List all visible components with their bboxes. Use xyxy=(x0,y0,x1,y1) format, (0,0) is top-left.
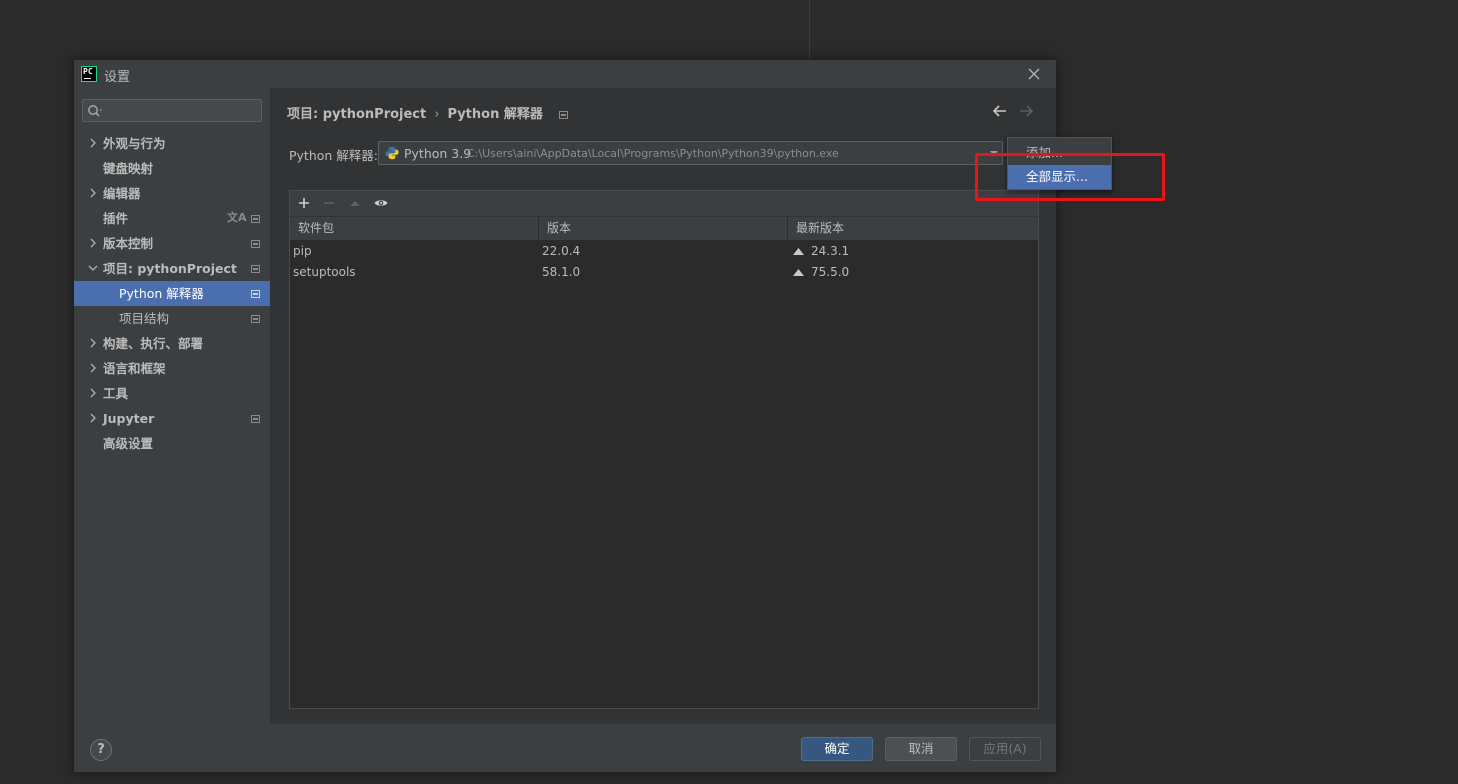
cancel-button[interactable]: 取消 xyxy=(885,737,957,761)
chevron-down-icon xyxy=(88,265,98,271)
chevron-right-icon xyxy=(90,388,96,398)
sidebar-item-label: 项目结构 xyxy=(119,311,170,326)
sidebar-item-build[interactable]: 构建、执行、部署 xyxy=(74,331,270,356)
uninstall-package-button[interactable] xyxy=(321,195,337,211)
chevron-right-icon xyxy=(90,413,96,423)
column-header-version[interactable]: 版本 xyxy=(539,217,788,240)
settings-content: 项目: pythonProject › Python 解释器 Python 解释器:… xyxy=(270,88,1056,724)
translate-icon: 文A xyxy=(227,211,247,224)
project-level-icon xyxy=(251,265,260,273)
column-header-package[interactable]: 软件包 xyxy=(290,217,539,240)
dialog-footer: ? 确定 取消 应用(A) xyxy=(74,724,1056,772)
upgrade-available-icon xyxy=(793,248,804,255)
table-row[interactable]: setuptools 58.1.0 75.5.0 xyxy=(290,262,1038,283)
plus-icon xyxy=(299,198,309,208)
help-button[interactable]: ? xyxy=(90,739,112,761)
ok-button[interactable]: 确定 xyxy=(801,737,873,761)
project-level-icon xyxy=(559,110,569,119)
sidebar-item-label: 编辑器 xyxy=(103,186,141,201)
project-level-icon xyxy=(251,240,260,248)
arrow-right-icon xyxy=(1020,105,1034,117)
packages-panel: 软件包 版本 最新版本 pip 22.0.4 24.3.1 setuptools… xyxy=(289,190,1039,709)
interpreter-path: C:\Users\aini\AppData\Local\Programs\Pyt… xyxy=(467,147,839,160)
sidebar-item-plugins[interactable]: 插件 文A xyxy=(74,206,270,231)
settings-search[interactable] xyxy=(82,99,262,122)
sidebar-item-label: 外观与行为 xyxy=(103,136,166,151)
chevron-right-icon xyxy=(90,338,96,348)
breadcrumb-parent[interactable]: 项目: pythonProject xyxy=(287,107,426,122)
search-icon xyxy=(88,105,102,117)
sidebar-item-label: 版本控制 xyxy=(103,236,154,251)
eye-icon xyxy=(374,200,388,206)
package-version: 22.0.4 xyxy=(542,244,581,258)
sidebar-item-languages[interactable]: 语言和框架 xyxy=(74,356,270,381)
interpreter-label: Python 解释器: xyxy=(289,148,379,163)
column-header-latest-version[interactable]: 最新版本 xyxy=(788,217,1038,240)
chevron-right-icon xyxy=(90,188,96,198)
project-level-icon xyxy=(251,315,260,323)
packages-table-header: 软件包 版本 最新版本 xyxy=(290,216,1038,240)
breadcrumb: 项目: pythonProject › Python 解释器 xyxy=(287,103,569,122)
packages-toolbar xyxy=(290,191,1038,216)
package-name: pip xyxy=(293,244,312,258)
chevron-right-icon xyxy=(90,238,96,248)
sidebar-item-jupyter[interactable]: Jupyter xyxy=(74,406,270,431)
install-package-button[interactable] xyxy=(296,195,312,211)
package-latest-version: 24.3.1 xyxy=(811,244,850,258)
sidebar-item-python-interpreter[interactable]: Python 解释器 xyxy=(74,281,270,306)
project-level-icon xyxy=(251,415,260,423)
upgrade-package-button[interactable] xyxy=(347,195,363,211)
interpreter-name: Python 3.9 xyxy=(404,146,472,161)
interpreter-select[interactable]: Python 3.9 C:\Users\aini\AppData\Local\P… xyxy=(378,141,1003,165)
sidebar-item-label: 项目: pythonProject xyxy=(103,261,237,276)
project-level-icon xyxy=(251,215,260,223)
pycharm-app-icon: PC xyxy=(81,66,97,82)
chevron-right-icon xyxy=(90,363,96,373)
sidebar-item-advanced[interactable]: 高级设置 xyxy=(74,431,270,456)
apply-button[interactable]: 应用(A) xyxy=(969,737,1041,761)
breadcrumb-separator: › xyxy=(434,107,440,122)
sidebar-item-project-structure[interactable]: 项目结构 xyxy=(74,306,270,331)
sidebar-item-tools[interactable]: 工具 xyxy=(74,381,270,406)
triangle-up-icon xyxy=(350,201,360,206)
sidebar-item-editor[interactable]: 编辑器 xyxy=(74,181,270,206)
python-logo-icon xyxy=(385,146,399,160)
sidebar-item-keymap[interactable]: 键盘映射 xyxy=(74,156,270,181)
sidebar-item-label: Jupyter xyxy=(103,411,155,426)
title-bar: PC 设置 xyxy=(74,60,1056,88)
settings-dialog: PC 设置 外观与行为 键盘映射 编辑器 插件 文A 版本控制 项目: pyth… xyxy=(74,60,1056,772)
back-button[interactable] xyxy=(992,104,1008,122)
sidebar-item-vcs[interactable]: 版本控制 xyxy=(74,231,270,256)
show-early-releases-button[interactable] xyxy=(373,195,389,211)
package-latest-version: 75.5.0 xyxy=(811,265,850,279)
sidebar-item-label: 构建、执行、部署 xyxy=(103,336,204,351)
package-version: 58.1.0 xyxy=(542,265,581,279)
chevron-right-icon xyxy=(90,138,96,148)
search-input[interactable] xyxy=(105,102,255,119)
sidebar-item-project[interactable]: 项目: pythonProject xyxy=(74,256,270,281)
highlight-annotation xyxy=(975,153,1165,201)
window-title: 设置 xyxy=(104,70,131,85)
sidebar-item-label: 插件 xyxy=(103,211,129,226)
close-icon xyxy=(1028,68,1040,80)
sidebar-item-label: 键盘映射 xyxy=(103,161,154,176)
breadcrumb-current: Python 解释器 xyxy=(447,107,543,122)
close-button[interactable] xyxy=(1022,62,1046,86)
upgrade-available-icon xyxy=(793,269,804,276)
background-divider xyxy=(809,0,810,60)
project-level-icon xyxy=(251,290,260,298)
minus-icon xyxy=(324,202,334,204)
forward-button[interactable] xyxy=(1018,104,1034,122)
arrow-left-icon xyxy=(992,105,1006,117)
sidebar-item-label: Python 解释器 xyxy=(119,286,204,301)
table-row[interactable]: pip 22.0.4 24.3.1 xyxy=(290,241,1038,262)
sidebar-item-label: 语言和框架 xyxy=(103,361,166,376)
settings-sidebar: 外观与行为 键盘映射 编辑器 插件 文A 版本控制 项目: pythonProj… xyxy=(74,88,270,724)
sidebar-item-label: 高级设置 xyxy=(103,436,154,451)
sidebar-item-appearance[interactable]: 外观与行为 xyxy=(74,131,270,156)
package-name: setuptools xyxy=(293,265,356,279)
sidebar-item-label: 工具 xyxy=(103,386,129,401)
